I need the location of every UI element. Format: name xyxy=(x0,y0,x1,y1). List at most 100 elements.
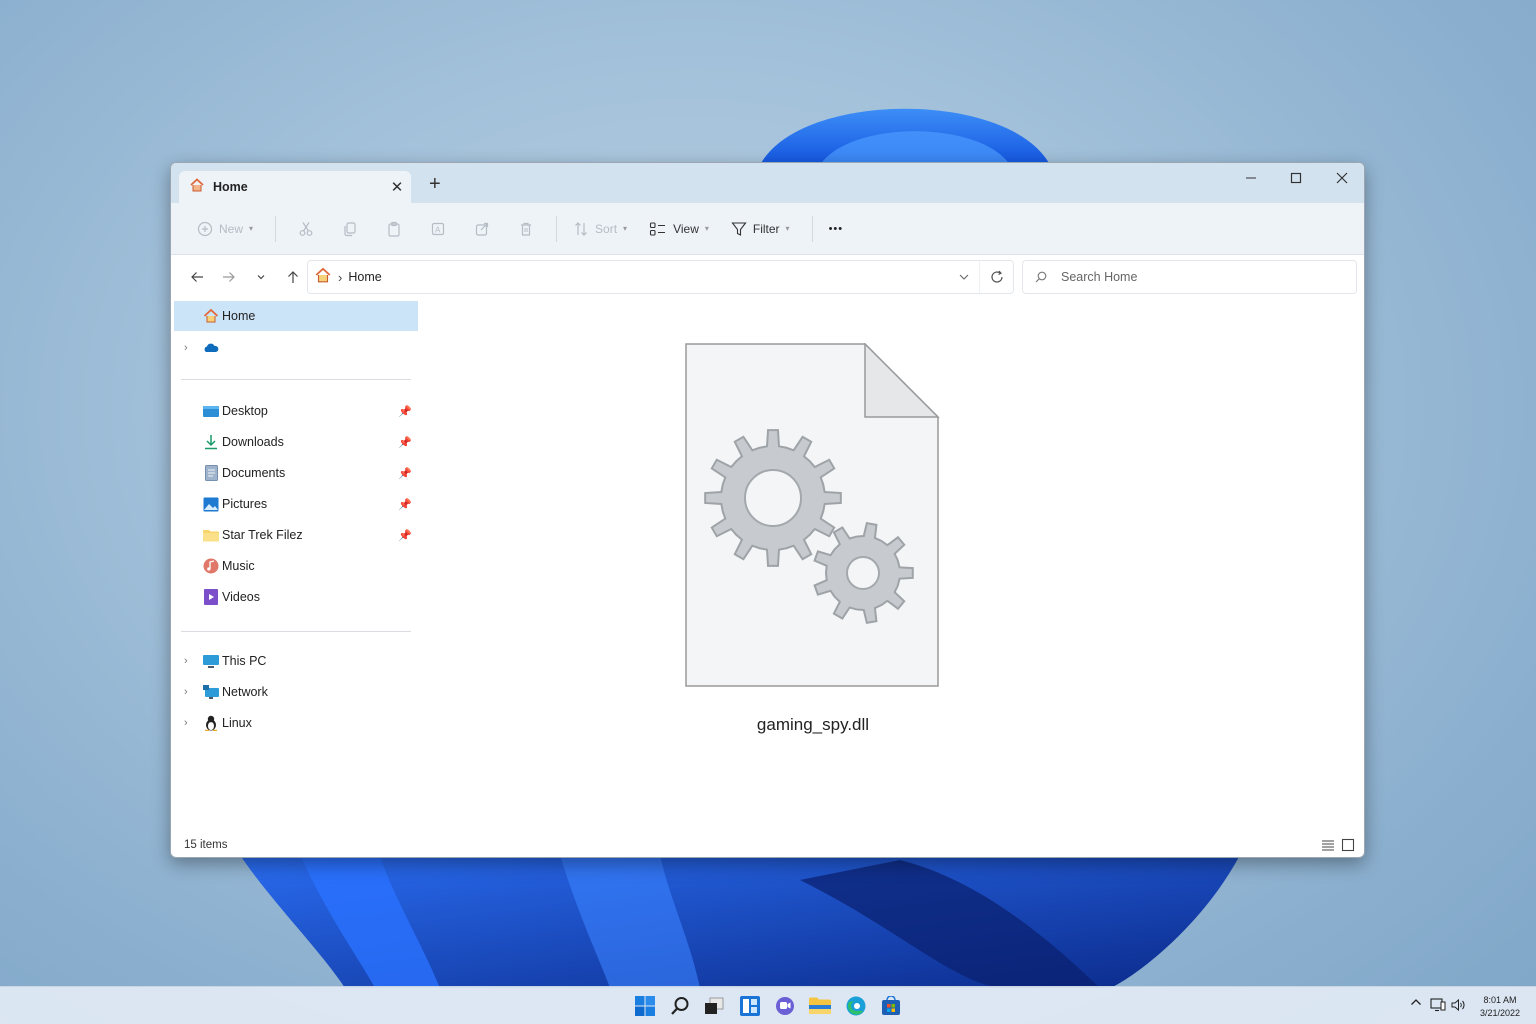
navigation-pane: Home › Desktop 📌 Downloads 📌 Documents 📌 xyxy=(171,301,421,836)
network-status-button[interactable] xyxy=(1430,997,1446,1013)
sidebar-item-home[interactable]: Home xyxy=(174,301,418,331)
show-hidden-icons-button[interactable] xyxy=(1410,997,1422,1007)
arrow-left-icon xyxy=(191,272,203,282)
this-pc-icon xyxy=(202,652,220,670)
pin-icon[interactable]: 📌 xyxy=(398,436,412,449)
clock[interactable]: 8:01 AM 3/21/2022 xyxy=(1470,994,1530,1020)
toolbar-divider xyxy=(275,215,277,242)
more-options-button[interactable]: ••• xyxy=(821,213,852,245)
minimize-button[interactable] xyxy=(1228,163,1274,193)
home-icon xyxy=(314,266,332,289)
sidebar-item-label: Videos xyxy=(222,590,260,604)
maximize-button[interactable] xyxy=(1273,163,1319,193)
sidebar-item-network[interactable]: Network › xyxy=(174,677,418,707)
start-button[interactable] xyxy=(633,994,657,1018)
breadcrumb-separator: › xyxy=(338,269,343,285)
copy-icon xyxy=(344,221,356,236)
address-bar[interactable]: › Home xyxy=(307,260,1014,294)
new-icon xyxy=(197,221,213,236)
back-button[interactable] xyxy=(181,261,213,293)
forward-button[interactable] xyxy=(213,261,245,293)
address-history-button[interactable] xyxy=(949,271,979,283)
teams-chat-icon xyxy=(776,997,794,1015)
filter-icon xyxy=(731,221,747,236)
volume-button[interactable] xyxy=(1450,997,1466,1013)
teams-chat-button[interactable] xyxy=(773,994,797,1018)
sidebar-item-linux[interactable]: › Linux xyxy=(174,708,418,738)
edge-icon xyxy=(846,996,866,1016)
pictures-icon xyxy=(202,495,220,513)
documents-icon xyxy=(202,464,220,482)
store-button[interactable] xyxy=(879,994,903,1018)
cut-button[interactable] xyxy=(290,213,322,245)
sidebar-item-label: Downloads xyxy=(222,435,284,449)
new-label: New xyxy=(219,221,244,236)
new-button[interactable]: New ▾ xyxy=(189,213,261,245)
rename-icon: A xyxy=(431,222,445,235)
breadcrumb-home[interactable]: Home xyxy=(348,270,949,284)
delete-icon xyxy=(521,222,532,236)
pin-icon[interactable]: 📌 xyxy=(398,529,412,542)
up-button[interactable] xyxy=(277,261,309,293)
pin-icon[interactable]: 📌 xyxy=(398,467,412,480)
taskbar-search-button[interactable] xyxy=(668,994,692,1018)
chevron-right-icon[interactable]: › xyxy=(184,655,188,667)
share-button[interactable] xyxy=(466,213,498,245)
sidebar-divider xyxy=(181,379,411,380)
chevron-down-icon: ▾ xyxy=(785,224,790,233)
chevron-right-icon[interactable]: › xyxy=(184,342,188,354)
filter-button[interactable]: Filter ▾ xyxy=(723,213,798,245)
file-item[interactable]: gaming_spy.dll xyxy=(685,342,941,734)
sidebar-item-label: Pictures xyxy=(222,497,268,511)
toolbar-divider xyxy=(811,215,813,242)
widgets-button[interactable] xyxy=(738,994,762,1018)
sidebar-item-pictures[interactable]: Pictures 📌 xyxy=(174,489,418,519)
sidebar-item-documents[interactable]: Documents 📌 xyxy=(174,458,418,488)
sidebar-item-label: Music xyxy=(222,559,255,573)
copy-button[interactable] xyxy=(334,213,366,245)
volume-icon xyxy=(1451,998,1465,1012)
store-icon xyxy=(882,996,900,1015)
title-bar: Home ✕ + xyxy=(171,163,1364,203)
sidebar-item-label: Network xyxy=(222,685,268,699)
task-view-button[interactable] xyxy=(702,994,726,1018)
sidebar-item-music[interactable]: Music xyxy=(174,551,418,581)
close-button[interactable] xyxy=(1319,163,1364,193)
sidebar-item-this-pc[interactable]: › This PC xyxy=(174,646,418,676)
rename-button[interactable]: A xyxy=(422,213,454,245)
view-button[interactable]: View ▾ xyxy=(641,213,717,245)
tab-close-icon[interactable]: ✕ xyxy=(383,178,411,196)
delete-button[interactable] xyxy=(510,213,542,245)
refresh-button[interactable] xyxy=(979,261,1013,293)
chevron-right-icon[interactable]: › xyxy=(184,686,188,698)
sort-button[interactable]: Sort ▾ xyxy=(565,213,635,245)
sidebar-item-star-trek-filez[interactable]: Star Trek Filez 📌 xyxy=(174,520,418,550)
large-icons-view-button[interactable] xyxy=(1339,836,1357,854)
pin-icon[interactable]: 📌 xyxy=(398,498,412,511)
pin-icon[interactable]: 📌 xyxy=(398,405,412,418)
close-icon xyxy=(1336,172,1348,184)
sidebar-item-videos[interactable]: Videos xyxy=(174,582,418,612)
sort-icon xyxy=(575,221,587,236)
details-view-button[interactable] xyxy=(1319,836,1337,854)
file-explorer-window: Home ✕ + New ▾ A Sort ▾ View ▾ Filter ▾ … xyxy=(170,162,1365,858)
file-explorer-button[interactable] xyxy=(808,994,832,1018)
edge-button[interactable] xyxy=(844,994,868,1018)
command-bar: New ▾ A Sort ▾ View ▾ Filter ▾ ••• xyxy=(171,203,1364,255)
sidebar-item-onedrive[interactable]: › xyxy=(174,333,418,363)
search-input[interactable] xyxy=(1061,270,1331,284)
sidebar-item-downloads[interactable]: Downloads 📌 xyxy=(174,427,418,457)
linux-icon xyxy=(202,714,220,732)
paste-button[interactable] xyxy=(378,213,410,245)
chevron-right-icon[interactable]: › xyxy=(184,717,188,729)
sidebar-item-label: Documents xyxy=(222,466,286,480)
recent-locations-button[interactable] xyxy=(245,261,277,293)
sidebar-item-desktop[interactable]: Desktop 📌 xyxy=(174,396,418,426)
network-icon xyxy=(1430,998,1446,1012)
chevron-down-icon xyxy=(959,274,969,280)
search-box[interactable] xyxy=(1022,260,1357,294)
tab-home[interactable]: Home ✕ xyxy=(179,171,411,203)
new-tab-button[interactable]: + xyxy=(429,173,441,196)
sidebar-divider xyxy=(181,631,411,632)
arrow-right-icon xyxy=(223,272,235,282)
